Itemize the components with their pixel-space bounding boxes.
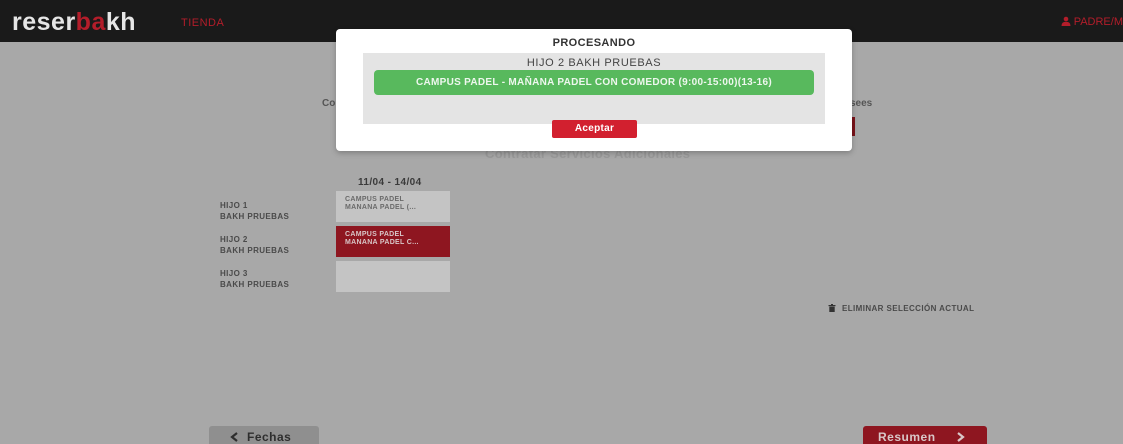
child-label-line1: HIJO 2 (220, 235, 248, 244)
child-label-line2: BAKH PRUEBAS (220, 246, 290, 255)
background-label-left: Co (322, 98, 336, 109)
logo-text-part3: kh (105, 8, 137, 36)
service-cell-line1: CAMPUS PADEL (345, 196, 405, 203)
service-cell-line1: CAMPUS PADEL (345, 231, 405, 238)
dialog-child-name: HIJO 2 BAKH PRUEBAS (526, 57, 662, 69)
summary-button[interactable]: Resumen (863, 426, 987, 444)
logo-text-part2: ba (75, 8, 106, 36)
user-icon (1061, 16, 1071, 26)
success-status-message: CAMPUS PADEL - MAÑANA PADEL CON COMEDOR … (374, 70, 814, 95)
user-label: PADRE/M (1073, 16, 1123, 28)
child-label-line2: BAKH PRUEBAS (220, 212, 290, 221)
chevron-right-icon (957, 432, 965, 442)
back-dates-button[interactable]: Fechas (209, 426, 319, 444)
processing-dialog: PROCESANDO HIJO 2 BAKH PRUEBAS CAMPUS PA… (336, 29, 852, 151)
child-label-line2: BAKH PRUEBAS (220, 280, 290, 289)
background-label-right: sees (850, 98, 873, 109)
delete-selection-button[interactable]: ELIMINAR SELECCIÓN ACTUAL (828, 304, 974, 313)
service-cell-line2: MAÑANA PADEL C... (345, 239, 419, 246)
shop-link[interactable]: TIENDA (181, 17, 224, 29)
chevron-left-icon (230, 432, 238, 442)
summary-label: Resumen (878, 430, 936, 444)
back-dates-label: Fechas (247, 430, 292, 444)
service-cell-selected[interactable]: CAMPUS PADEL MAÑANA PADEL C... (336, 226, 450, 257)
dialog-title: PROCESANDO (552, 37, 636, 49)
dialog-result-panel: HIJO 2 BAKH PRUEBAS CAMPUS PADEL - MAÑAN… (363, 53, 825, 124)
logo[interactable]: reserbakh (12, 8, 136, 37)
child-label: HIJO 1 BAKH PRUEBAS (220, 200, 289, 222)
child-label: HIJO 3 BAKH PRUEBAS (220, 268, 289, 290)
service-cell-line2: MAÑANA PADEL (... (345, 204, 417, 211)
service-cell[interactable]: CAMPUS PADEL MAÑANA PADEL (... (336, 191, 450, 222)
week-header: 11/04 - 14/04 (358, 177, 422, 188)
trash-icon (828, 304, 836, 312)
service-cell-empty[interactable] (336, 261, 450, 292)
delete-selection-label: ELIMINAR SELECCIÓN ACTUAL (842, 304, 975, 313)
child-label-line1: HIJO 1 (220, 201, 248, 210)
accept-button[interactable]: Aceptar (552, 120, 637, 138)
child-label-line1: HIJO 3 (220, 269, 248, 278)
child-label: HIJO 2 BAKH PRUEBAS (220, 234, 289, 256)
logo-text-part1: reser (12, 8, 76, 36)
user-menu[interactable]: PADRE/M (1061, 16, 1123, 28)
